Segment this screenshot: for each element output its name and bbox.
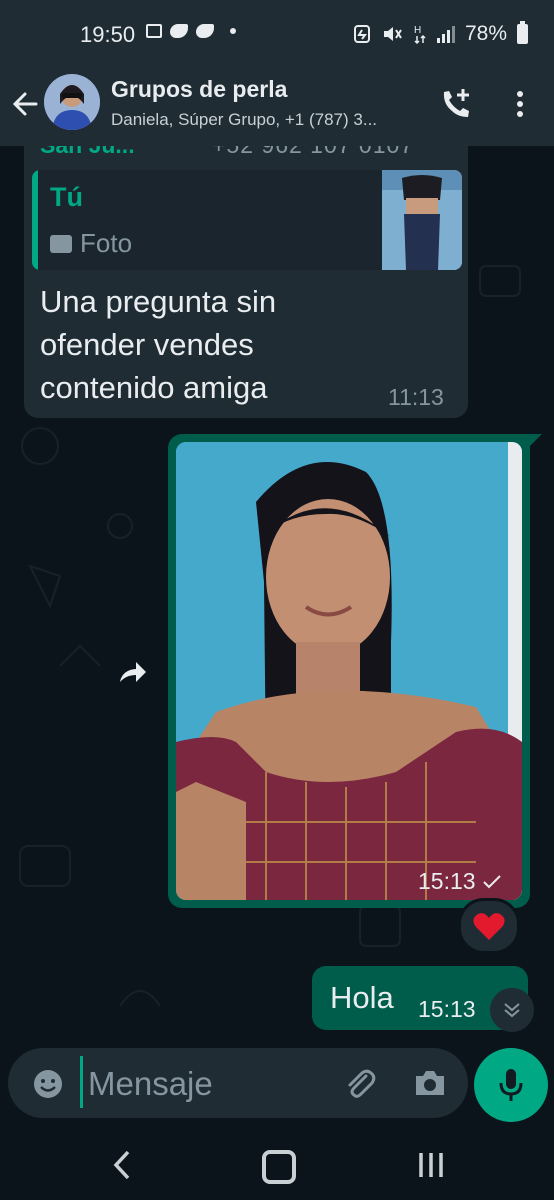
mic-icon xyxy=(499,1069,523,1101)
group-title[interactable]: Grupos de perla xyxy=(111,76,287,103)
incoming-message-text: Una pregunta sin ofender vendes contenid… xyxy=(40,284,277,405)
outgoing-text: Hola xyxy=(330,980,394,1015)
quoted-author: Tú xyxy=(50,182,83,212)
emoji-icon[interactable] xyxy=(32,1068,64,1100)
group-avatar[interactable] xyxy=(44,74,100,130)
gallery-icon xyxy=(146,24,162,38)
status-right-icons: H 78% xyxy=(353,21,528,46)
nav-home-icon[interactable] xyxy=(262,1150,296,1184)
reaction-badge[interactable] xyxy=(458,898,520,954)
forward-icon[interactable] xyxy=(112,652,152,692)
group-members[interactable]: Daniela, Súper Grupo, +1 (787) 3... xyxy=(111,110,411,130)
quoted-kind: Foto xyxy=(50,228,132,259)
outgoing-photo[interactable] xyxy=(176,442,522,900)
status-bar: 19:50 H 78% xyxy=(0,0,554,70)
incoming-message-time: 11:13 xyxy=(388,384,444,410)
svg-text:H: H xyxy=(414,25,421,36)
battery-percent: 78% xyxy=(464,22,507,45)
attach-icon[interactable] xyxy=(342,1066,378,1102)
heart-icon xyxy=(473,913,505,940)
cutoff-sender-name: San Ju... xyxy=(40,146,135,159)
check-icon xyxy=(482,874,501,888)
cutoff-sender-phone: +52 962 107 0107 xyxy=(212,146,414,159)
notification-dot-icon xyxy=(230,28,236,34)
add-call-icon[interactable] xyxy=(438,86,474,122)
photo-icon xyxy=(50,234,72,253)
image-time: 15:13 xyxy=(418,868,502,895)
status-left-icons xyxy=(146,24,236,38)
status-time: 19:50 xyxy=(80,22,136,47)
mic-button[interactable] xyxy=(474,1048,548,1122)
data-icon: H xyxy=(414,25,426,45)
camera-icon[interactable] xyxy=(412,1066,448,1100)
bubble-tail xyxy=(528,434,542,448)
chat-header: Grupos de perla Daniela, Súper Grupo, +1… xyxy=(0,70,554,146)
chat-area[interactable]: San Ju... +52 962 107 0107 Tú Foto Una p… xyxy=(0,146,554,1124)
twitter-icon xyxy=(196,24,214,38)
scroll-down-button[interactable] xyxy=(490,988,534,1032)
back-arrow-icon[interactable] xyxy=(10,86,40,122)
system-navbar xyxy=(0,1128,554,1200)
quoted-photo-thumbnail[interactable] xyxy=(382,170,462,270)
image-time-label: 15:13 xyxy=(418,868,476,894)
outgoing-text-time: 15:13 xyxy=(418,996,476,1022)
mute-icon xyxy=(383,27,402,41)
nav-recents-icon[interactable] xyxy=(416,1150,446,1180)
battery-icon xyxy=(517,21,528,44)
more-vert-icon[interactable] xyxy=(508,88,532,120)
nav-back-icon[interactable] xyxy=(108,1148,136,1182)
chevron-down-icon xyxy=(504,1003,520,1018)
composer xyxy=(8,1048,468,1118)
message-input[interactable] xyxy=(86,1058,330,1110)
text-caret xyxy=(80,1056,83,1108)
saver-icon xyxy=(353,25,370,43)
twitter-icon xyxy=(170,24,188,38)
quoted-kind-label: Foto xyxy=(80,228,133,258)
quote-accent-bar xyxy=(32,170,38,270)
signal-icon xyxy=(436,25,455,43)
